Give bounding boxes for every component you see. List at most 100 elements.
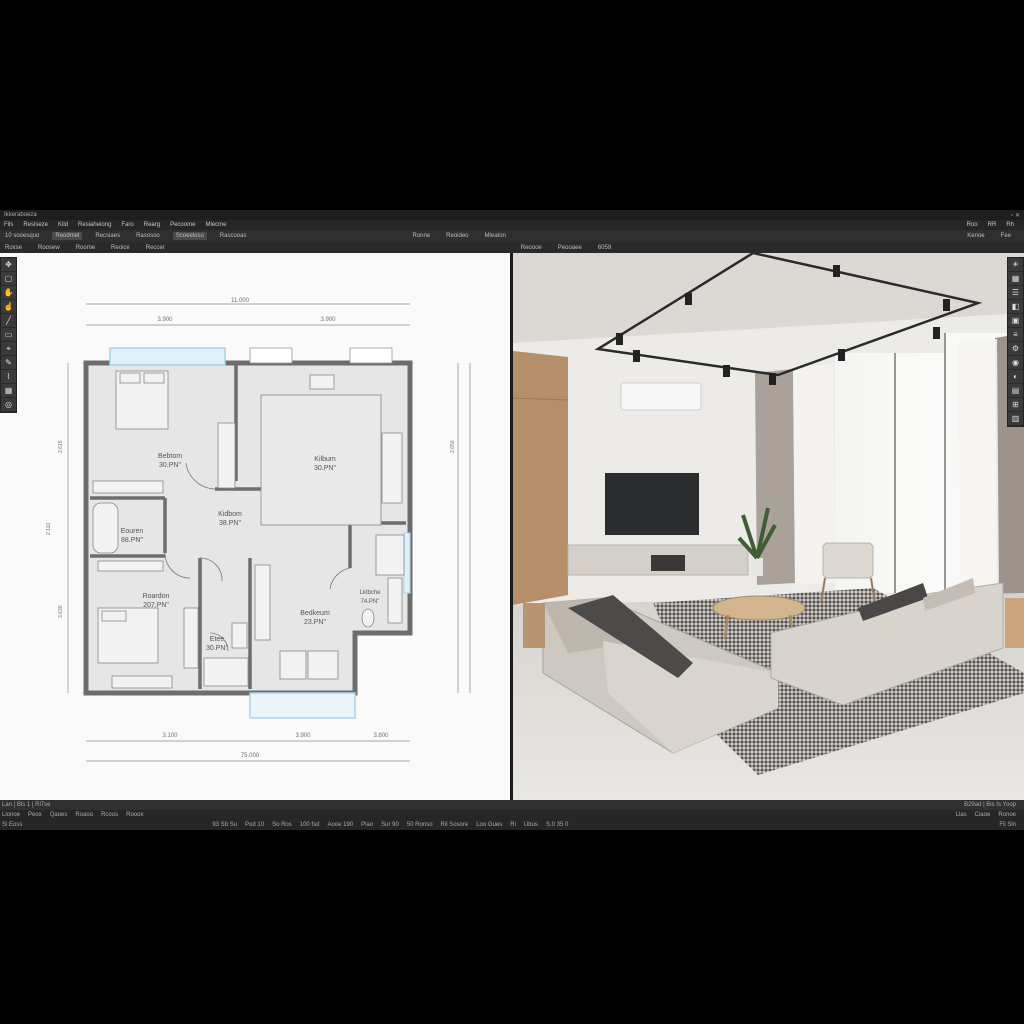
status-row-1: Lan | Bls 1 | Rl7se B29ad | Bis Is Yoop: [0, 800, 1024, 810]
dim-side-3: 3.630: [58, 605, 64, 618]
room-area-6: 30.PN": [206, 645, 228, 652]
camera-icon[interactable]: ◉: [1008, 356, 1023, 370]
menu-rendering[interactable]: Resiaheiong: [78, 222, 111, 228]
list-icon[interactable]: ≡: [1008, 328, 1023, 342]
status-tab-4[interactable]: Roaoo: [75, 812, 93, 818]
room-area-3: 38.PN": [219, 520, 241, 527]
grid-icon[interactable]: ⊞: [1008, 398, 1023, 412]
tab-3[interactable]: Roome: [73, 244, 98, 252]
menu-bar: Fils Resiseze Kild Resiaheiong Faro Rear…: [0, 220, 1024, 230]
pane-divider[interactable]: [510, 253, 513, 800]
status-tab-5[interactable]: Rcoos: [101, 812, 118, 818]
tab-1[interactable]: Roxse: [2, 244, 25, 252]
dim-top-left: 3.900: [157, 317, 173, 323]
bathtub: [92, 502, 119, 554]
toolbar-item-3[interactable]: Recsiaes: [92, 232, 123, 240]
floorplan-drawing: 11.000 3.900 3.900 3.100 3.900 3.800 75.…: [46, 298, 471, 762]
dim-side-2: 2.110: [46, 523, 52, 535]
room-area-1: 30.PN": [159, 462, 181, 469]
menu-right-3[interactable]: Rh: [1006, 222, 1014, 228]
panel-icon[interactable]: ▥: [1008, 412, 1023, 426]
status-bar: Lan | Bls 1 | Rl7se B29ad | Bis Is Yoop …: [0, 800, 1024, 830]
status-tab-6[interactable]: Rooox: [126, 812, 143, 818]
status-cell-3: So Ros: [272, 822, 292, 828]
list-icon[interactable]: ☰: [1008, 286, 1023, 300]
hand-icon[interactable]: ✋: [1, 286, 16, 300]
view-icon[interactable]: ◐: [1008, 370, 1023, 384]
status-tab-3[interactable]: Qaoes: [50, 812, 68, 818]
menu-pecoome[interactable]: Pecoome: [170, 222, 195, 228]
status-right-3: Fli Sln: [999, 822, 1016, 828]
menu-right-2[interactable]: RR: [988, 222, 997, 228]
tab-4[interactable]: Reoice: [108, 244, 133, 252]
toolbar-item-2[interactable]: Reodmel: [52, 232, 83, 240]
line-icon[interactable]: ╱: [1, 314, 16, 328]
status-cell-4: 100 fsd: [299, 822, 320, 828]
lamp-icon[interactable]: ☀: [1008, 258, 1023, 272]
toolbar-center-2[interactable]: Reoideo: [443, 232, 471, 240]
status-tab-1[interactable]: Llonoe: [2, 812, 20, 818]
status-right-1[interactable]: Llas: [956, 812, 967, 818]
menu-file[interactable]: Fils: [4, 222, 13, 228]
select-icon[interactable]: ▢: [1, 272, 16, 286]
room-name-2: Kilbum: [314, 456, 336, 463]
layers-icon[interactable]: ◧: [1008, 300, 1023, 314]
brush-icon[interactable]: ⌇: [1, 370, 16, 384]
status-tab-2[interactable]: Peox: [28, 812, 42, 818]
menu-faro[interactable]: Faro: [121, 222, 133, 228]
status-cell-11: Ri: [510, 822, 516, 828]
status-left-3: Sl Eoss: [2, 822, 23, 828]
tab-render-3[interactable]: 6059: [595, 244, 614, 252]
toolbar-center-1[interactable]: Ronne: [409, 232, 433, 240]
room-name-3: Kidbom: [218, 511, 242, 518]
tab-2[interactable]: Roosew: [35, 244, 63, 252]
status-cell-6: Plao: [361, 822, 374, 828]
app-title: Ikkeraboeza: [4, 212, 37, 218]
settings-icon[interactable]: ⚙: [1008, 342, 1023, 356]
right-tool-palette: ☀ ▦ ☰ ◧ ▣ ≡ ⚙ ◉ ◐ ▤ ⊞ ▥: [1007, 257, 1024, 427]
toolbar-right-1[interactable]: Kenoe: [964, 232, 987, 240]
tab-render-2[interactable]: Peooaee: [555, 244, 585, 252]
dim-top-total: 11.000: [231, 298, 250, 304]
toolbar-item-4[interactable]: Rasosoo: [133, 232, 163, 240]
tab-5[interactable]: Reccer: [143, 244, 168, 252]
status-row-3: Sl Eoss 93 Sb Su Pod 10 So Ros 100 fsd A…: [0, 820, 1024, 830]
panel-icon[interactable]: ▤: [1008, 384, 1023, 398]
toolbar-center-3[interactable]: Mleaton: [482, 232, 509, 240]
status-cell-13: S.0 35 0: [545, 822, 569, 828]
menu-resize[interactable]: Resiseze: [23, 222, 48, 228]
status-left: Lan | Bls 1 | Rl7se: [2, 802, 51, 808]
toolbar: 10 sooesquo Reodmel Recsiaes Rasosoo Sco…: [0, 230, 1024, 242]
room-name-5: Roardon: [143, 593, 170, 600]
toolbar-right-2[interactable]: Fee: [998, 232, 1014, 240]
toolbar-item-6[interactable]: Rascuoas: [217, 232, 250, 240]
status-right-2[interactable]: Ciaoe: [975, 812, 991, 818]
image-icon[interactable]: ▣: [1008, 314, 1023, 328]
ruler-icon[interactable]: ▭: [1, 328, 16, 342]
menu-right-1[interactable]: Roo: [967, 222, 978, 228]
status-cell-10: Loo Gues: [476, 822, 503, 828]
room-name-4: Eouren: [121, 528, 144, 535]
move-icon[interactable]: ✥: [1, 258, 16, 272]
target-icon[interactable]: ◎: [1, 398, 16, 412]
render-viewport[interactable]: ☀ ▦ ☰ ◧ ▣ ≡ ⚙ ◉ ◐ ▤ ⊞ ▥: [513, 253, 1024, 800]
menu-mlecme[interactable]: Mlecme: [205, 222, 226, 228]
menu-rearg[interactable]: Rearg: [144, 222, 160, 228]
menu-kild[interactable]: Kild: [58, 222, 68, 228]
pencil-icon[interactable]: ✎: [1, 356, 16, 370]
status-right-3[interactable]: Ronoe: [998, 812, 1016, 818]
grid-icon[interactable]: ▦: [1008, 272, 1023, 286]
snap-icon[interactable]: ⌖: [1, 342, 16, 356]
grid-icon[interactable]: ▦: [1, 384, 16, 398]
status-cell-5: Aooe 190: [327, 822, 354, 828]
hand-icon[interactable]: ☝: [1, 300, 16, 314]
room-area-7: 23.PN": [304, 619, 326, 626]
toolbar-item-1[interactable]: 10 sooesquo: [2, 232, 42, 240]
room-area-2: 30.PN": [314, 465, 336, 472]
tab-render-1[interactable]: Reoooe: [518, 244, 545, 252]
room-area-4: 88.PN": [121, 537, 143, 544]
room-name-6: Etee: [210, 636, 225, 643]
toolbar-item-5[interactable]: Scoeeloso: [172, 232, 207, 240]
floorplan-viewport[interactable]: 11.000 3.900 3.900 3.100 3.900 3.800 75.…: [0, 253, 510, 800]
window-controls[interactable]: ▫ ✕: [1011, 212, 1020, 219]
